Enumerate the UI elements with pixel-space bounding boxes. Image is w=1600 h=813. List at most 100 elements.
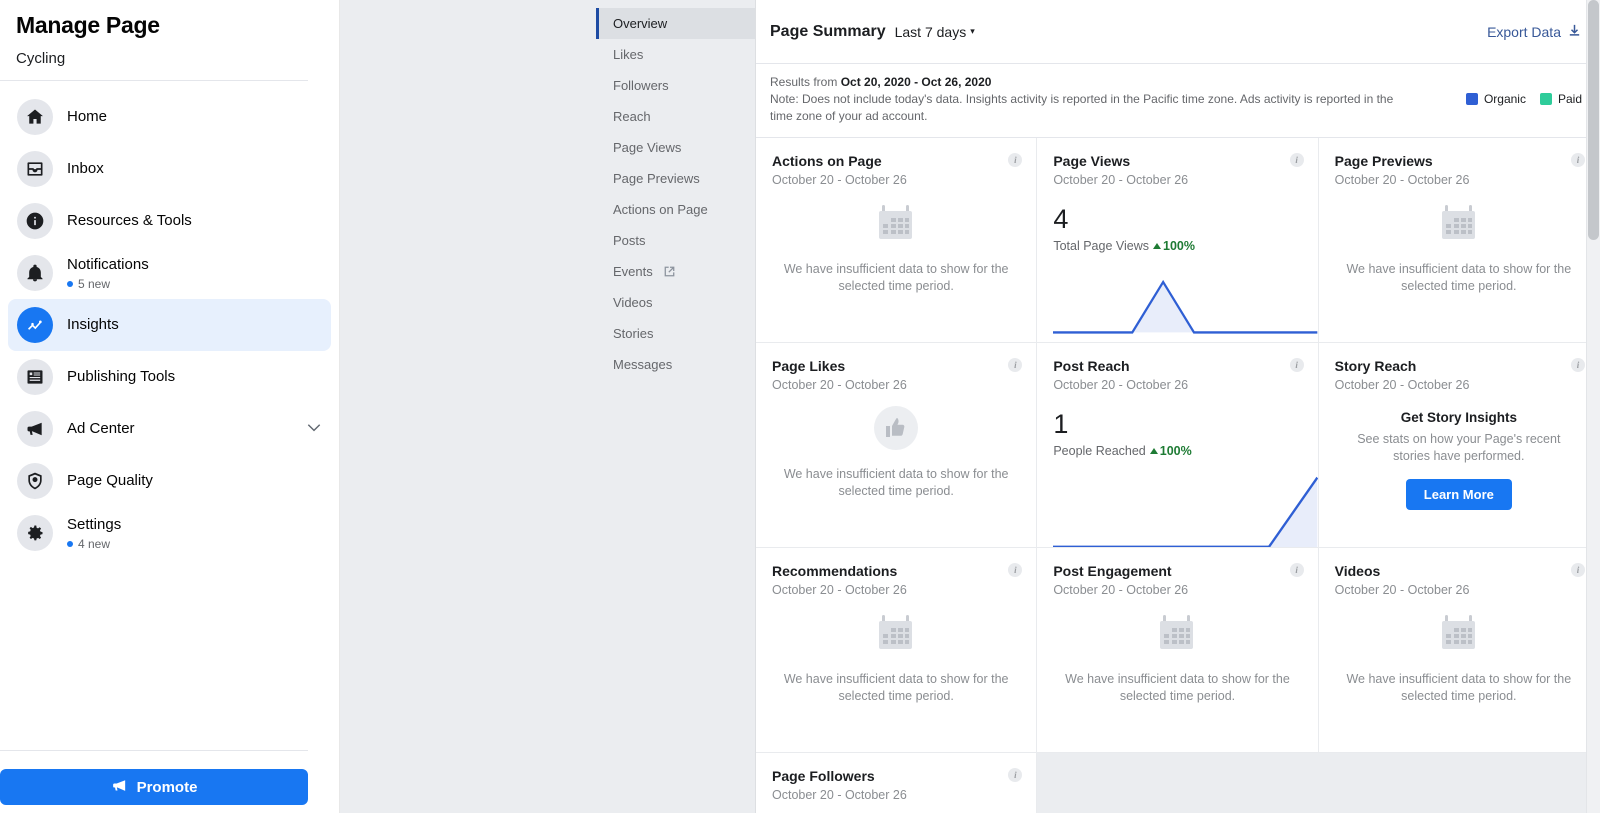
cta-body: See stats on how your Page's recent stor… bbox=[1335, 431, 1583, 465]
card-post-reach[interactable]: Post Reach October 20 - October 26 i 1 P… bbox=[1037, 343, 1318, 548]
sidebar-nav: Home Inbox Resources & Tools Noti bbox=[0, 81, 339, 559]
empty-message: We have insufficient data to show for th… bbox=[1344, 261, 1574, 295]
results-disclaimer: Note: Does not include today's data. Ins… bbox=[770, 92, 1393, 123]
info-icon[interactable]: i bbox=[1290, 358, 1304, 372]
card-page-previews[interactable]: Page Previews October 20 - October 26 i bbox=[1319, 138, 1600, 343]
thumbs-up-icon bbox=[874, 406, 918, 450]
card-page-likes[interactable]: Page Likes October 20 - October 26 i We … bbox=[756, 343, 1037, 548]
card-page-followers[interactable]: Page Followers October 20 - October 26 i bbox=[756, 753, 1037, 813]
subnav-item-events[interactable]: Events bbox=[596, 256, 755, 287]
info-icon[interactable]: i bbox=[1571, 153, 1585, 167]
calendar-icon bbox=[1438, 611, 1480, 655]
megaphone-icon bbox=[17, 411, 53, 447]
subnav-label: Page Views bbox=[613, 140, 681, 155]
info-circle-icon bbox=[17, 203, 53, 239]
calendar-icon bbox=[1156, 611, 1198, 655]
card-subtitle: October 20 - October 26 bbox=[772, 583, 1020, 597]
settings-badge: 4 new bbox=[67, 537, 322, 551]
empty-message: We have insufficient data to show for th… bbox=[781, 261, 1011, 295]
subnav-label: Videos bbox=[613, 295, 653, 310]
card-story-reach[interactable]: Story Reach October 20 - October 26 i Ge… bbox=[1319, 343, 1600, 548]
empty-message: We have insufficient data to show for th… bbox=[781, 671, 1011, 705]
badge-text: 4 new bbox=[78, 537, 110, 551]
post-reach-sparkline bbox=[1053, 475, 1317, 548]
empty-state: We have insufficient data to show for th… bbox=[772, 201, 1020, 295]
page-summary-panel: Page Summary Last 7 days ▾ Export Data R… bbox=[755, 0, 1600, 813]
sidebar-item-label: Page Quality bbox=[67, 471, 322, 491]
scrollbar-thumb[interactable] bbox=[1588, 0, 1599, 240]
sidebar-item-inbox[interactable]: Inbox bbox=[8, 143, 331, 195]
subnav-item-page-views[interactable]: Page Views bbox=[596, 132, 755, 163]
notifications-badge: 5 new bbox=[67, 277, 322, 291]
date-range-selector[interactable]: Last 7 days ▾ bbox=[895, 24, 975, 40]
card-actions-on-page[interactable]: Actions on Page October 20 - October 26 … bbox=[756, 138, 1037, 343]
triangle-up-icon bbox=[1150, 448, 1158, 454]
bell-icon bbox=[17, 255, 53, 291]
promote-button[interactable]: Promote bbox=[0, 769, 308, 805]
megaphone-icon bbox=[111, 777, 128, 798]
card-title: Page Likes bbox=[772, 357, 1020, 375]
card-title: Post Reach bbox=[1053, 357, 1301, 375]
card-post-engagement[interactable]: Post Engagement October 20 - October 26 … bbox=[1037, 548, 1318, 753]
delta-indicator: 100% bbox=[1153, 239, 1195, 253]
cta-heading: Get Story Insights bbox=[1335, 410, 1583, 425]
subnav-item-stories[interactable]: Stories bbox=[596, 318, 755, 349]
subnav-item-videos[interactable]: Videos bbox=[596, 287, 755, 318]
metric-label-row: Total Page Views 100% bbox=[1053, 239, 1301, 253]
calendar-icon bbox=[1438, 201, 1480, 245]
sidebar-item-page-quality[interactable]: Page Quality bbox=[8, 455, 331, 507]
sidebar-item-home[interactable]: Home bbox=[8, 91, 331, 143]
card-subtitle: October 20 - October 26 bbox=[772, 378, 1020, 392]
sidebar-item-notifications[interactable]: Notifications 5 new bbox=[8, 247, 331, 299]
sidebar-footer: Promote bbox=[0, 750, 339, 813]
info-icon[interactable]: i bbox=[1290, 153, 1304, 167]
empty-state: We have insufficient data to show for th… bbox=[772, 611, 1020, 705]
subnav-item-reach[interactable]: Reach bbox=[596, 101, 755, 132]
insights-subnav: Overview Likes Followers Reach Page View… bbox=[596, 0, 755, 813]
subnav-item-posts[interactable]: Posts bbox=[596, 225, 755, 256]
chart-legend: Organic Paid bbox=[1466, 74, 1586, 106]
sidebar-item-label: Ad Center bbox=[67, 419, 292, 439]
info-icon[interactable]: i bbox=[1571, 358, 1585, 372]
sidebar-item-label: Publishing Tools bbox=[67, 367, 322, 387]
export-data-button[interactable]: Export Data bbox=[1487, 23, 1586, 41]
badge-dot-icon bbox=[67, 541, 73, 547]
subnav-item-overview[interactable]: Overview bbox=[596, 8, 755, 39]
card-recommendations[interactable]: Recommendations October 20 - October 26 … bbox=[756, 548, 1037, 753]
sidebar-item-label: Insights bbox=[67, 315, 322, 335]
subnav-item-likes[interactable]: Likes bbox=[596, 39, 755, 70]
subnav-item-messages[interactable]: Messages bbox=[596, 349, 755, 380]
publishing-icon bbox=[17, 359, 53, 395]
learn-more-button[interactable]: Learn More bbox=[1406, 479, 1512, 510]
promote-label: Promote bbox=[137, 779, 198, 796]
results-note-bar: Results from Oct 20, 2020 - Oct 26, 2020… bbox=[756, 64, 1600, 138]
card-videos[interactable]: Videos October 20 - October 26 i bbox=[1319, 548, 1600, 753]
subnav-item-actions-on-page[interactable]: Actions on Page bbox=[596, 194, 755, 225]
empty-state: We have insufficient data to show for th… bbox=[1335, 201, 1583, 295]
subnav-item-followers[interactable]: Followers bbox=[596, 70, 755, 101]
subnav-item-page-previews[interactable]: Page Previews bbox=[596, 163, 755, 194]
sidebar-item-settings[interactable]: Settings 4 new bbox=[8, 507, 331, 559]
card-subtitle: October 20 - October 26 bbox=[1053, 173, 1301, 187]
empty-message: We have insufficient data to show for th… bbox=[781, 466, 1011, 500]
sidebar-item-insights[interactable]: Insights bbox=[8, 299, 331, 351]
empty-message: We have insufficient data to show for th… bbox=[1344, 671, 1574, 705]
grid-empty-slot bbox=[1037, 753, 1318, 813]
chevron-down-icon[interactable] bbox=[306, 419, 322, 440]
manage-page-title: Manage Page bbox=[16, 12, 323, 39]
card-subtitle: October 20 - October 26 bbox=[1335, 378, 1583, 392]
sidebar-header: Manage Page Cycling bbox=[0, 0, 339, 67]
info-icon[interactable]: i bbox=[1571, 563, 1585, 577]
card-title: Recommendations bbox=[772, 562, 1020, 580]
subnav-label: Events bbox=[613, 264, 653, 279]
sidebar-item-resources-tools[interactable]: Resources & Tools bbox=[8, 195, 331, 247]
legend-label: Paid bbox=[1558, 92, 1582, 106]
subnav-label: Reach bbox=[613, 109, 651, 124]
legend-item-paid: Paid bbox=[1540, 92, 1582, 106]
info-icon[interactable]: i bbox=[1290, 563, 1304, 577]
card-page-views[interactable]: Page Views October 20 - October 26 i 4 T… bbox=[1037, 138, 1318, 343]
legend-swatch-paid bbox=[1540, 93, 1552, 105]
scrollbar-track[interactable] bbox=[1586, 0, 1600, 813]
sidebar-item-publishing-tools[interactable]: Publishing Tools bbox=[8, 351, 331, 403]
sidebar-item-ad-center[interactable]: Ad Center bbox=[8, 403, 331, 455]
